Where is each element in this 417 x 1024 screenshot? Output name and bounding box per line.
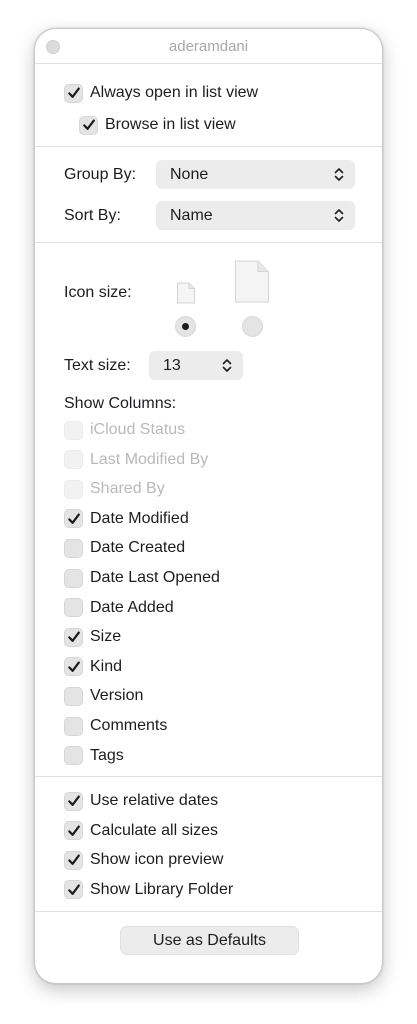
group-by-value: None [170, 165, 209, 183]
icon-size-large-radio[interactable] [242, 316, 263, 337]
show-columns-heading: Show Columns: [64, 395, 177, 412]
divider [35, 242, 382, 243]
checkmark-icon [64, 627, 83, 647]
use-relative-dates-checkbox[interactable]: Use relative dates [64, 788, 218, 814]
date-last-opened-checkbox[interactable]: Date Last Opened [64, 565, 220, 591]
always-open-list-label: Always open in list view [90, 84, 259, 101]
divider [35, 146, 382, 147]
sort-by-value: Name [170, 206, 213, 224]
date-added-label: Date Added [90, 598, 174, 616]
chevron-updown-icon [222, 359, 232, 372]
document-large-icon [235, 260, 269, 303]
date-created-label: Date Created [90, 539, 186, 557]
checkmark-icon [64, 83, 83, 103]
browse-list-checkbox[interactable]: Browse in list view [79, 112, 236, 138]
divider [35, 63, 382, 64]
last-modified-by-label: Last Modified By [90, 450, 209, 468]
date-added-checkbox[interactable]: Date Added [64, 595, 174, 621]
date-modified-checkbox[interactable]: Date Modified [64, 506, 189, 532]
date-created-checkbox[interactable]: Date Created [64, 535, 185, 561]
use-as-defaults-button[interactable]: Use as Defaults [120, 926, 299, 955]
tags-label: Tags [90, 746, 124, 764]
divider [35, 776, 382, 777]
checkmark-icon [79, 115, 98, 135]
text-size-value: 13 [163, 356, 181, 374]
checkbox-box [64, 598, 83, 618]
icloud-status-checkbox: iCloud Status [64, 417, 185, 443]
checkbox-box [64, 568, 83, 588]
browse-list-label: Browse in list view [105, 116, 236, 133]
text-size-label: Text size: [64, 357, 131, 374]
kind-checkbox[interactable]: Kind [64, 654, 122, 680]
show-library-folder-label: Show Library Folder [90, 880, 234, 898]
document-small-icon [177, 282, 195, 304]
always-open-list-checkbox[interactable]: Always open in list view [64, 80, 258, 106]
group-by-label: Group By: [64, 166, 137, 183]
version-checkbox[interactable]: Version [64, 683, 143, 709]
kind-label: Kind [90, 657, 123, 675]
show-library-folder-checkbox[interactable]: Show Library Folder [64, 877, 233, 903]
version-label: Version [90, 687, 144, 705]
checkbox-box [64, 686, 83, 706]
checkbox-box [64, 420, 83, 440]
date-last-opened-label: Date Last Opened [90, 569, 220, 586]
window-title: aderamdani [168, 38, 249, 55]
text-size-popup[interactable]: 13 [149, 351, 243, 380]
checkbox-box [64, 450, 83, 470]
checkbox-box [64, 538, 83, 558]
checkbox-box [64, 746, 83, 766]
checkbox-box [64, 716, 83, 736]
view-options-window: aderamdani Always open in list view Brow… [34, 28, 383, 984]
sort-by-label: Sort By: [64, 207, 121, 224]
chevron-updown-icon [334, 168, 344, 181]
comments-label: Comments [90, 717, 168, 734]
calculate-all-sizes-label: Calculate all sizes [90, 821, 219, 839]
checkmark-icon [64, 821, 83, 841]
checkmark-icon [64, 657, 83, 677]
tags-checkbox[interactable]: Tags [64, 743, 124, 769]
show-icon-preview-label: Show icon preview [90, 851, 224, 869]
calculate-all-sizes-checkbox[interactable]: Calculate all sizes [64, 818, 218, 844]
sort-by-popup[interactable]: Name [156, 201, 355, 230]
group-by-popup[interactable]: None [156, 160, 355, 189]
comments-checkbox[interactable]: Comments [64, 713, 167, 739]
divider [35, 911, 382, 912]
checkbox-box [64, 479, 83, 499]
icon-size-small-radio[interactable] [175, 316, 196, 337]
date-modified-label: Date Modified [90, 509, 189, 527]
icon-size-label: Icon size: [64, 284, 132, 301]
shared-by-label: Shared By [90, 480, 165, 498]
checkmark-icon [64, 509, 83, 529]
size-checkbox[interactable]: Size [64, 624, 121, 650]
checkmark-icon [64, 791, 83, 811]
title-bar: aderamdani [35, 29, 382, 65]
checkmark-icon [64, 880, 83, 900]
chevron-updown-icon [334, 209, 344, 222]
use-relative-dates-label: Use relative dates [90, 792, 219, 809]
icloud-status-label: iCloud Status [90, 421, 186, 438]
shared-by-checkbox: Shared By [64, 476, 165, 502]
size-label: Size [90, 628, 122, 646]
show-icon-preview-checkbox[interactable]: Show icon preview [64, 847, 223, 873]
checkmark-icon [64, 850, 83, 870]
last-modified-by-checkbox: Last Modified By [64, 447, 208, 473]
